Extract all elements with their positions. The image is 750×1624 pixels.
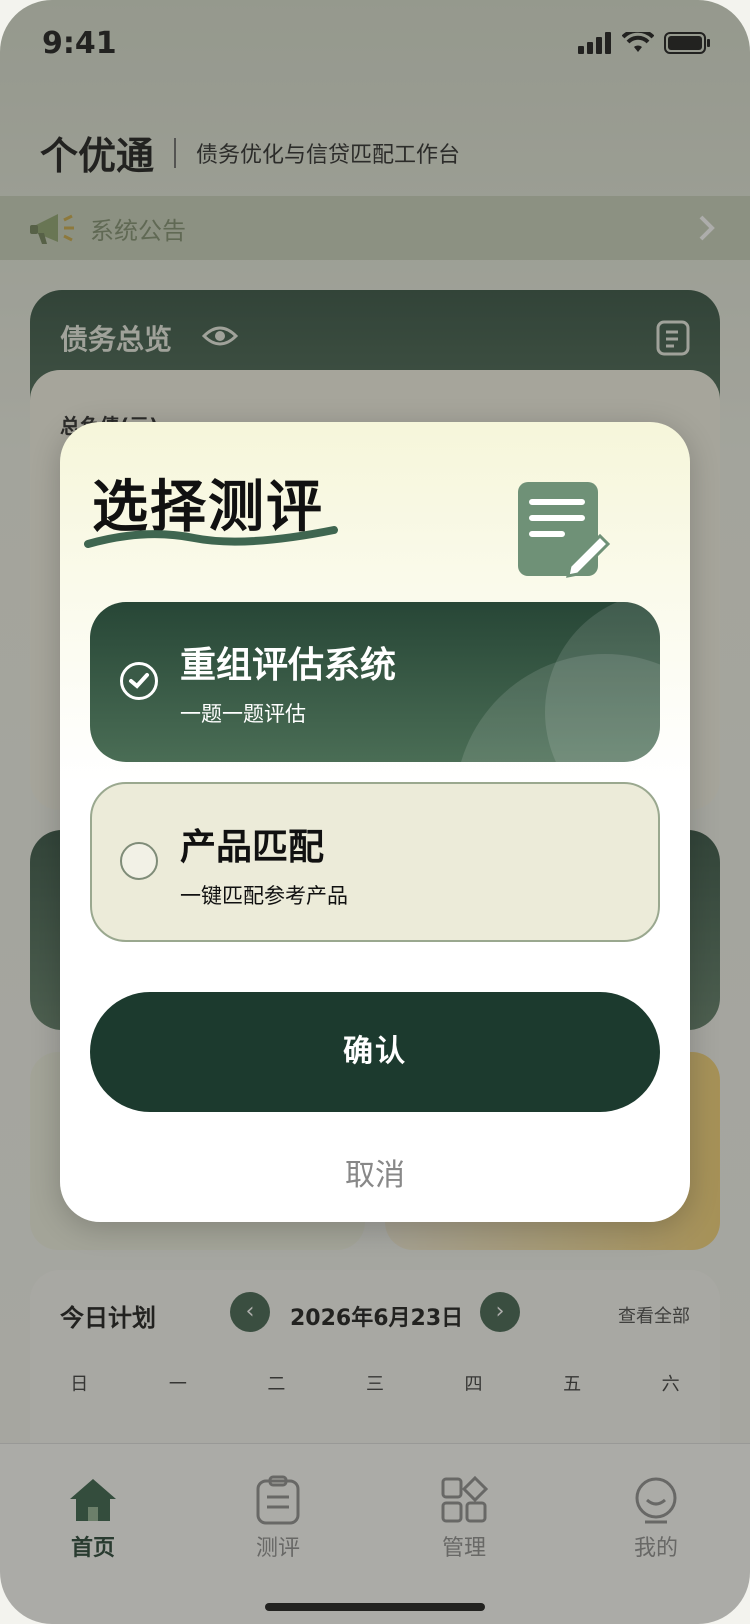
cancel-button[interactable]: 取消	[60, 1150, 690, 1194]
select-assessment-dialog: 选择测评 重组评估系统 一题一题评估 产品匹配 一键匹配参考产品 确认 取消	[60, 422, 690, 1222]
option-restructure-assessment[interactable]: 重组评估系统 一题一题评估	[90, 602, 660, 762]
radio-selected[interactable]	[120, 662, 158, 700]
brush-underline	[84, 526, 338, 548]
option-product-match[interactable]: 产品匹配 一键匹配参考产品	[90, 782, 660, 942]
decor-bubble	[545, 602, 660, 762]
option-name: 产品匹配	[180, 827, 325, 868]
radio-unselected[interactable]	[120, 842, 158, 880]
option-name: 重组评估系统	[180, 645, 397, 686]
check-icon	[129, 673, 149, 689]
option-desc: 一题一题评估	[180, 702, 306, 726]
confirm-button[interactable]: 确认	[90, 992, 660, 1112]
document-edit-icon	[518, 482, 611, 578]
phone-screen: 9:41 个优通 债务优化与信贷匹配工作台 系统公告 债务总览 总负债(元) 今…	[0, 0, 750, 1624]
option-desc: 一键匹配参考产品	[180, 884, 348, 908]
